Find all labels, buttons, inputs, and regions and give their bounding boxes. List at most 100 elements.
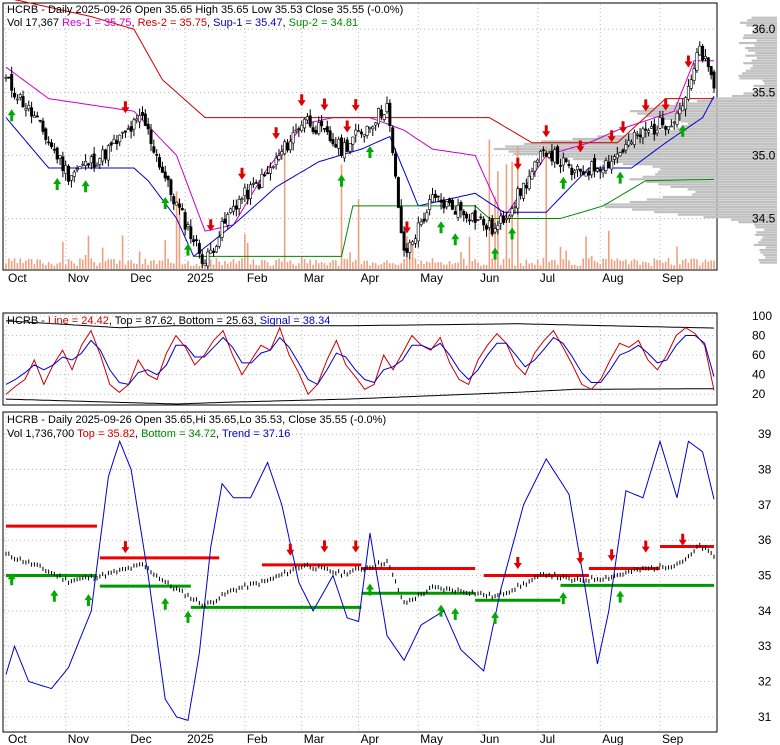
- candle-body: [470, 213, 474, 221]
- volume-profile-bar: [762, 236, 777, 239]
- volume-bar: [471, 261, 474, 269]
- volume-bar: [258, 265, 260, 269]
- volume-bar: [448, 261, 451, 269]
- candle-body: [169, 179, 173, 195]
- candle-body: [382, 114, 386, 120]
- volume-bar: [454, 262, 457, 269]
- volume-bar: [480, 265, 482, 269]
- volume-bar: [474, 259, 476, 269]
- candle-body: [75, 168, 79, 171]
- volume-bar: [553, 260, 556, 269]
- volume-bar: [335, 260, 337, 269]
- price-month-label: Jun: [480, 271, 499, 285]
- candle-body: [143, 113, 147, 126]
- candle-body: [67, 165, 71, 182]
- candle-body: [644, 128, 648, 131]
- volume-bar: [263, 260, 266, 269]
- volume-profile-bar: [572, 137, 777, 141]
- volume-profile-bar: [759, 261, 777, 264]
- candle-body: [561, 157, 565, 166]
- volume-bar: [707, 261, 710, 269]
- trend-month-label: Dec: [130, 732, 151, 745]
- candle-body: [237, 199, 241, 209]
- volume-bar: [653, 258, 656, 269]
- volume-bar: [445, 264, 448, 269]
- candle-body: [556, 146, 560, 165]
- candle-body: [630, 141, 634, 145]
- volume-bar: [249, 264, 252, 269]
- candle-body: [641, 128, 645, 138]
- header-segment: Res-1 = 35.75: [62, 17, 131, 29]
- header-segment: Top = 35.82: [77, 428, 135, 440]
- candle-body: [408, 242, 412, 253]
- candle-body: [249, 184, 253, 199]
- trend-month-label: Jul: [540, 732, 555, 745]
- candle-body: [254, 182, 258, 184]
- volume-bar: [531, 262, 533, 269]
- price-header-line1: HCRB - Daily 2025-09-26 Open 35.65 High …: [7, 4, 403, 16]
- volume-bar: [679, 264, 681, 269]
- candle-body: [81, 163, 85, 166]
- volume-bar: [397, 265, 400, 269]
- volume-bar: [10, 260, 13, 269]
- candle-body: [487, 220, 491, 228]
- candle-body: [453, 211, 457, 215]
- candle-body: [140, 112, 144, 116]
- candle-body: [621, 149, 625, 153]
- candle-body: [240, 198, 244, 200]
- volume-bar: [309, 259, 312, 269]
- trend-tick-label: 39: [758, 427, 772, 441]
- candle-body: [362, 133, 366, 137]
- volume-bar: [190, 265, 192, 269]
- volume-bar: [33, 264, 36, 269]
- volume-bar: [690, 258, 693, 269]
- trend-month-label: Nov: [68, 732, 89, 745]
- candle-body: [547, 153, 551, 158]
- volume-bar: [380, 264, 383, 269]
- trend-axis-labels: 39 38 37 36 35 34 33 32 31: [758, 427, 772, 724]
- candle-body: [570, 167, 574, 176]
- candle-body: [24, 108, 28, 111]
- volume-bar: [99, 262, 101, 269]
- candle-body: [493, 228, 497, 233]
- candle-body: [86, 163, 90, 166]
- trend-month-label: Oct: [8, 732, 27, 745]
- candle-body: [479, 216, 483, 219]
- candle-body: [550, 150, 554, 162]
- candle-body: [223, 218, 227, 224]
- volume-bar: [642, 261, 644, 269]
- candle-body: [334, 144, 338, 148]
- candle-body: [584, 172, 588, 177]
- price-tick-label: 34.5: [752, 212, 776, 226]
- volume-bar: [528, 263, 530, 269]
- volume-bar: [104, 260, 107, 269]
- volume-bar: [27, 258, 30, 269]
- candle-body: [15, 98, 19, 101]
- volume-bar: [323, 263, 326, 269]
- price-header-line2: Vol 17,367 Res-1 = 35.75, Res-2 = 35.75,…: [7, 17, 358, 29]
- header-segment: Bottom = 34.72: [141, 428, 216, 440]
- volume-bar: [170, 262, 172, 269]
- candle-body: [84, 161, 88, 166]
- candle-body: [277, 155, 281, 160]
- volume-bar: [710, 260, 712, 269]
- volume-profile-bar: [745, 46, 777, 50]
- candle-body: [214, 246, 218, 253]
- price-month-label: Nov: [68, 271, 89, 285]
- candle-body: [89, 156, 93, 164]
- volume-bar: [172, 263, 175, 269]
- candle-body: [712, 71, 716, 89]
- volume-bar: [565, 250, 567, 269]
- candle-body: [536, 159, 540, 163]
- candle-body: [681, 105, 685, 112]
- volume-bar: [184, 263, 186, 269]
- candle-body: [394, 153, 398, 177]
- volume-bar: [144, 258, 147, 269]
- candle-body: [13, 92, 17, 98]
- volume-bar: [36, 259, 39, 269]
- candle-body: [283, 141, 287, 155]
- candle-body: [52, 148, 56, 151]
- volume-bar: [158, 260, 161, 269]
- candle-body: [473, 210, 477, 223]
- trend-month-labels: Oct Nov Dec 2025 Feb Mar Apr May Jun Jul Aug Sep: [8, 732, 684, 745]
